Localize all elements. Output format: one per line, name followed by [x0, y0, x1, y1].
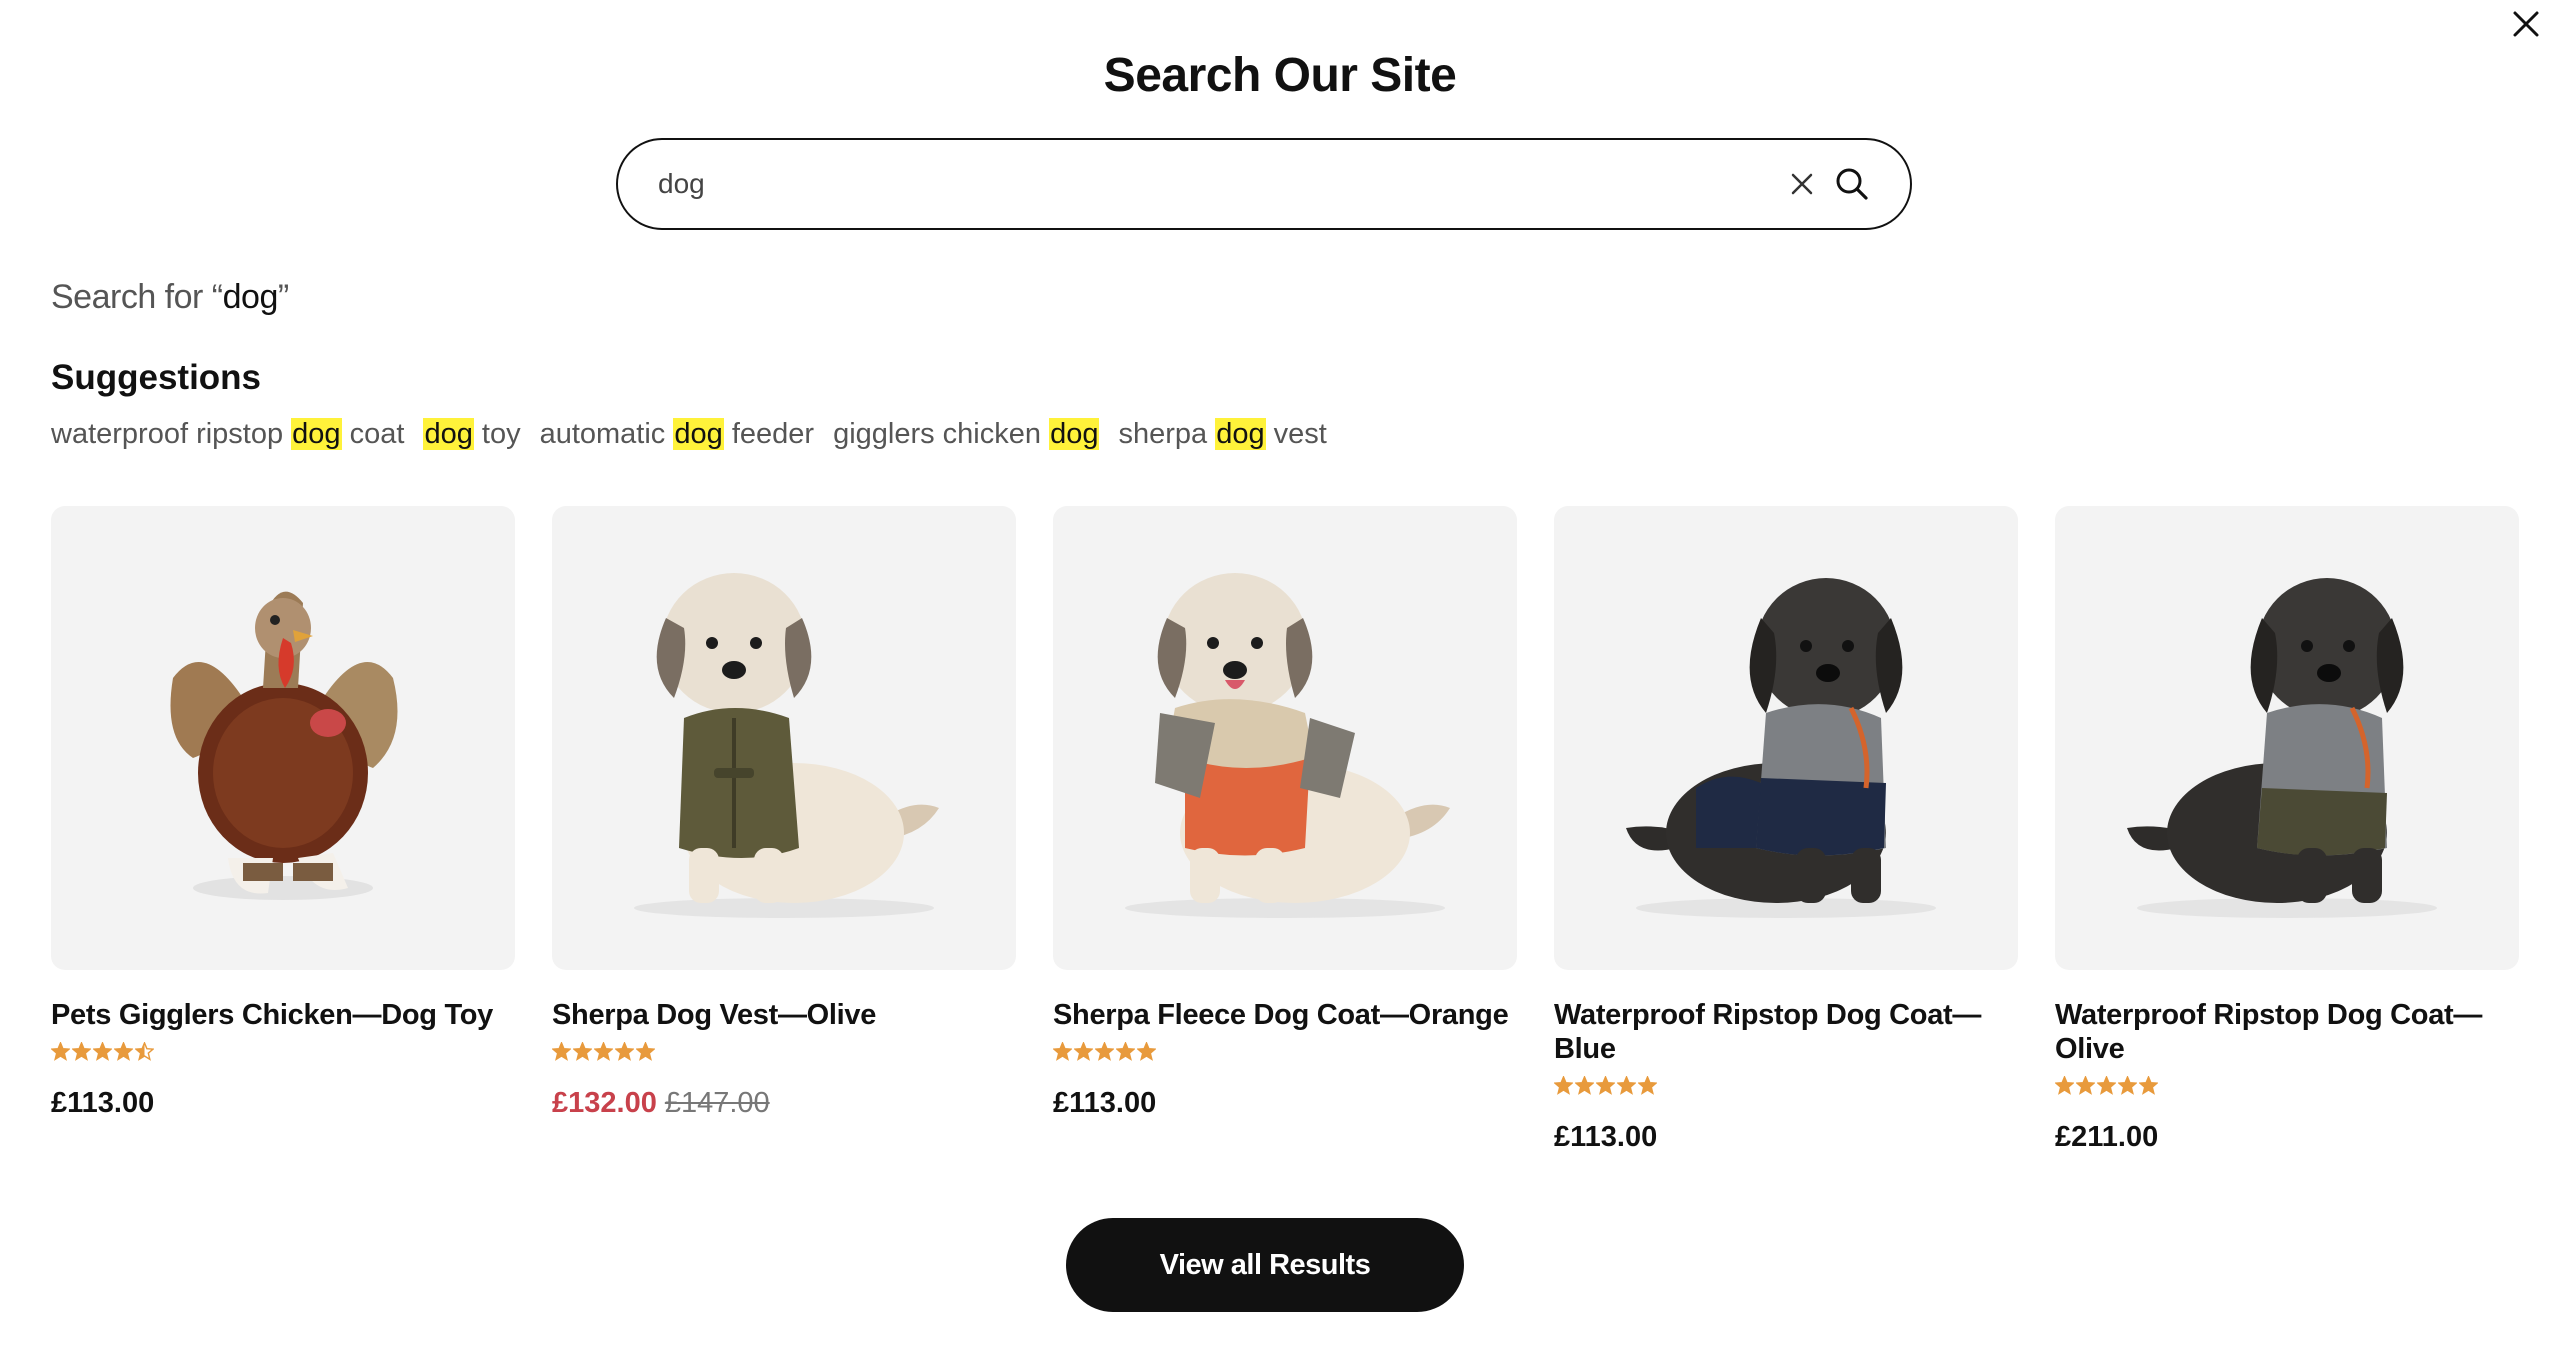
product-rating [1053, 1042, 1517, 1061]
star-icon [51, 1042, 70, 1061]
suggestion-text-after: feeder [723, 418, 815, 450]
product-image[interactable] [552, 506, 1016, 970]
product-name[interactable]: Pets Gigglers Chicken—Dog Toy [51, 998, 515, 1032]
search-for-term: dog [222, 278, 279, 316]
suggestion-highlight: dog [423, 418, 474, 450]
star-icon [1554, 1076, 1573, 1095]
clear-search-button[interactable] [1780, 162, 1824, 206]
star-icon [1074, 1042, 1093, 1061]
star-icon [114, 1042, 133, 1061]
product-original-price: £147.00 [664, 1087, 770, 1119]
product-image[interactable] [51, 506, 515, 970]
star-icon [2097, 1076, 2116, 1095]
search-for-link[interactable]: Search for “dog” [51, 278, 289, 317]
product-image[interactable] [2055, 506, 2519, 970]
product-price: £113.00 [51, 1087, 155, 1119]
star-icon [1638, 1076, 1657, 1095]
modal-title: Search Our Site [1103, 49, 1457, 102]
product-rating [552, 1042, 1016, 1061]
suggestion-highlight: dog [1049, 418, 1100, 450]
suggestion-text-after: vest [1265, 418, 1327, 450]
star-icon [72, 1042, 91, 1061]
suggestion-highlight: dog [1215, 418, 1266, 450]
suggestions-list: waterproof ripstop dog coat dog toy auto… [51, 418, 1327, 451]
star-icon [135, 1042, 154, 1061]
suggestion-text-before: sherpa [1118, 418, 1216, 450]
suggestion-text-before: automatic [539, 418, 674, 450]
product-card[interactable]: Waterproof Ripstop Dog Coat—Olive £211.0… [2055, 506, 2519, 1154]
dog-olive-vest-image [634, 573, 939, 918]
star-icon [594, 1042, 613, 1061]
product-image[interactable] [1053, 506, 1517, 970]
clear-icon [1791, 173, 1813, 195]
product-card[interactable]: Sherpa Fleece Dog Coat—Orange £113.00 [1053, 506, 1517, 1154]
search-input[interactable] [656, 167, 1780, 201]
star-icon [2076, 1076, 2095, 1095]
product-image[interactable] [1554, 506, 2018, 970]
search-for-prefix: Search for “ [51, 278, 223, 316]
star-icon [1137, 1042, 1156, 1061]
star-icon [2055, 1076, 2074, 1095]
product-name[interactable]: Sherpa Fleece Dog Coat—Orange [1053, 998, 1517, 1032]
product-card[interactable]: Waterproof Ripstop Dog Coat—Blue £113.00 [1554, 506, 2018, 1154]
star-icon [1095, 1042, 1114, 1061]
star-icon [636, 1042, 655, 1061]
product-price-block: £211.00 [2055, 1121, 2519, 1154]
product-price-block: £113.00 [1053, 1087, 1517, 1120]
product-price-block: £132.00 £147.00 [552, 1087, 1016, 1120]
suggestion-highlight: dog [291, 418, 342, 450]
search-for-suffix: ” [277, 278, 289, 316]
search-submit-button[interactable] [1830, 162, 1874, 206]
product-sale-price: £132.00 [552, 1087, 657, 1119]
star-icon [1053, 1042, 1072, 1061]
star-icon [1596, 1076, 1615, 1095]
search-box [616, 138, 1912, 230]
chicken-toy-image [170, 591, 398, 900]
suggestion-item[interactable]: sherpa dog vest [1118, 418, 1327, 451]
product-rating [51, 1042, 515, 1061]
product-name[interactable]: Waterproof Ripstop Dog Coat—Olive [2055, 998, 2519, 1066]
suggestions-heading: Suggestions [51, 358, 262, 397]
star-icon [1116, 1042, 1135, 1061]
suggestion-item[interactable]: waterproof ripstop dog coat [51, 418, 404, 451]
star-icon [2118, 1076, 2137, 1095]
product-name[interactable]: Sherpa Dog Vest—Olive [552, 998, 1016, 1032]
suggestion-highlight: dog [673, 418, 724, 450]
product-price-block: £113.00 [1554, 1121, 2018, 1154]
product-price: £211.00 [2055, 1121, 2159, 1153]
product-rating [2055, 1076, 2519, 1095]
product-price-block: £113.00 [51, 1087, 515, 1120]
search-icon [1836, 168, 1868, 200]
suggestion-text-after: coat [341, 418, 405, 450]
view-all-results-button[interactable]: View all Results [1066, 1218, 1464, 1312]
star-icon [1575, 1076, 1594, 1095]
close-button[interactable] [2508, 6, 2544, 42]
dog-blue-coat-image [1626, 578, 1936, 918]
suggestion-item[interactable]: automatic dog feeder [540, 418, 814, 451]
product-card[interactable]: Sherpa Dog Vest—Olive £132.00 £147.00 [552, 506, 1016, 1154]
star-icon [552, 1042, 571, 1061]
close-icon [2513, 11, 2539, 37]
star-icon [2139, 1076, 2158, 1095]
suggestion-text-after: toy [473, 418, 521, 450]
star-icon [1617, 1076, 1636, 1095]
star-icon [615, 1042, 634, 1061]
star-icon [573, 1042, 592, 1061]
product-price: £113.00 [1053, 1087, 1157, 1119]
product-name[interactable]: Waterproof Ripstop Dog Coat—Blue [1554, 998, 2018, 1066]
dog-orange-coat-image [1125, 573, 1450, 918]
star-icon [93, 1042, 112, 1061]
suggestion-text-before: waterproof ripstop [51, 418, 292, 450]
product-rating [1554, 1076, 2018, 1095]
product-card[interactable]: Pets Gigglers Chicken—Dog Toy £113.00 [51, 506, 515, 1154]
product-results: Pets Gigglers Chicken—Dog Toy £113.00 Sh… [51, 506, 2519, 1154]
suggestion-text-before: gigglers chicken [833, 418, 1050, 450]
suggestion-item[interactable]: dog toy [423, 418, 521, 451]
dog-olive-coat-image [2127, 578, 2437, 918]
product-price: £113.00 [1554, 1121, 1658, 1153]
suggestion-item[interactable]: gigglers chicken dog [833, 418, 1100, 451]
